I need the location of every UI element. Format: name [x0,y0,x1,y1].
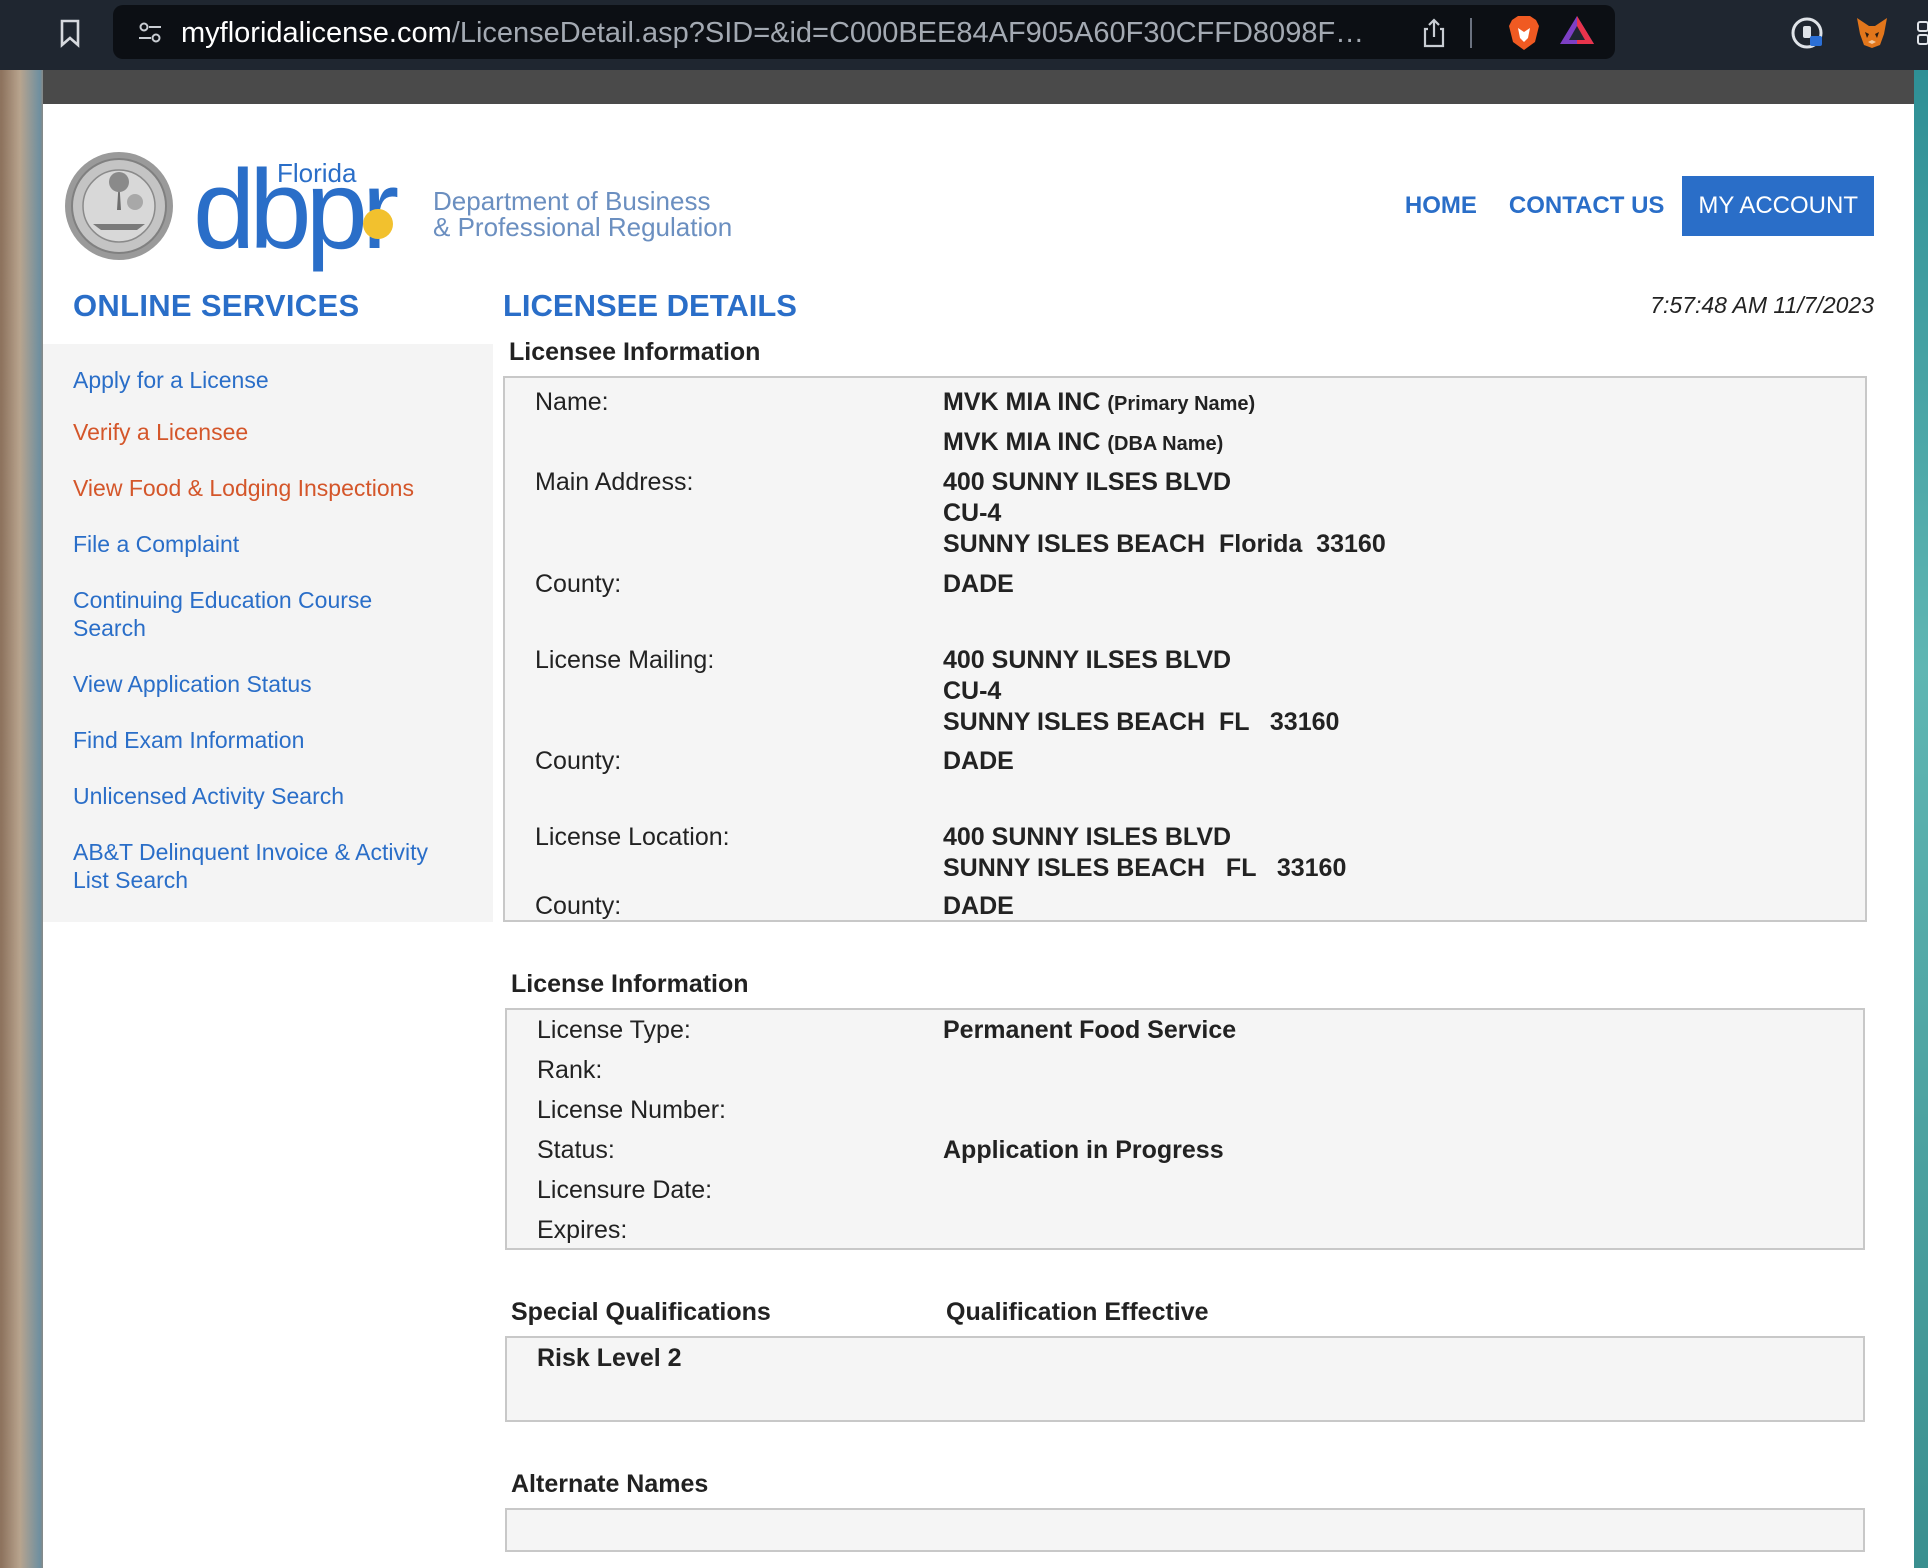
license-number-label: License Number: [537,1096,726,1124]
site-settings-icon[interactable] [137,21,163,45]
licensee-info-heading: Licensee Information [509,338,761,366]
dba-name-value: MVK MIA INC [943,428,1101,456]
license-type-label: License Type: [537,1016,691,1044]
florida-seal-logo [65,152,173,260]
sidebar-menu: Apply for a License Verify a Licensee Vi… [43,344,493,922]
primary-name-value: MVK MIA INC [943,388,1101,416]
qualification-effective-heading: Qualification Effective [946,1298,1209,1326]
brave-shields-icon[interactable] [1506,14,1542,52]
page-title: LICENSEE DETAILS [503,288,797,323]
password-manager-icon[interactable] [1790,16,1824,50]
sidebar-item-food-lodging-inspections[interactable]: View Food & Lodging Inspections [73,474,414,502]
my-account-button[interactable]: MY ACCOUNT [1682,176,1874,236]
special-qualifications-heading: Special Qualifications [511,1298,771,1326]
name-label: Name: [535,388,609,416]
url-path: /LicenseDetail.asp?SID=&id=C000BEE84AF90… [451,17,1365,49]
browser-toolbar: myfloridalicense.com/LicenseDetail.asp?S… [0,0,1928,70]
mailing-label: License Mailing: [535,646,715,674]
license-info-panel: License Type: Permanent Food Service Ran… [505,1008,1865,1250]
sidebar-item-file-complaint[interactable]: File a Complaint [73,530,239,558]
rank-label: Rank: [537,1056,603,1084]
licensure-date-label: Licensure Date: [537,1176,713,1204]
county-label-3: County: [535,892,622,920]
location-label: License Location: [535,823,730,851]
address-bar[interactable]: myfloridalicense.com/LicenseDetail.asp?S… [113,5,1615,59]
sidebar-item-apply-license[interactable]: Apply for a License [73,366,269,394]
sidebar-item-abt-delinquent[interactable]: AB&T Delinquent Invoice & Activity [73,838,428,866]
qualification-item: Risk Level 2 [537,1344,682,1372]
metamask-icon[interactable] [1854,14,1890,50]
sidebar-item-exam-information[interactable]: Find Exam Information [73,726,304,754]
county-value-2: DADE [943,747,1014,775]
alternate-names-panel [505,1508,1865,1552]
license-info-heading: License Information [511,970,749,998]
sidebar-item-verify-licensee[interactable]: Verify a Licensee [73,418,248,446]
sidebar-item-ce-course-search[interactable]: Continuing Education Course [73,586,372,614]
timestamp: 7:57:48 AM 11/7/2023 [1650,292,1874,318]
page-content: Florida dbpr Department of Business & Pr… [43,104,1914,1568]
alternate-names-heading: Alternate Names [511,1470,709,1498]
top-nav: HOME CONTACT US MY ACCOUNT [1373,176,1874,236]
location-line-1: 400 SUNNY ISLES BLVD [943,823,1232,851]
logo-wordmark: dbpr [193,152,398,272]
brave-rewards-icon[interactable] [1558,14,1596,46]
toolbar-divider [1470,18,1472,48]
extensions-icon[interactable] [1916,18,1928,48]
county-label-1: County: [535,570,622,598]
background-edge [1914,70,1928,1568]
url-text[interactable]: myfloridalicense.com/LicenseDetail.asp?S… [181,17,1501,50]
nav-contact-link[interactable]: CONTACT US [1509,192,1665,220]
primary-name: MVK MIA INC (Primary Name) [943,388,1255,417]
main-address-line-3: SUNNY ISLES BEACH Florida 33160 [943,530,1386,558]
mailing-line-1: 400 SUNNY ILSES BLVD [943,646,1232,674]
mailing-line-2: CU-4 [943,677,1002,705]
county-value-3: DADE [943,892,1014,920]
logo-line-2: & Professional Regulation [433,212,732,242]
sidebar-item-application-status[interactable]: View Application Status [73,670,312,698]
bookmark-icon[interactable] [58,18,82,48]
mailing-line-3: SUNNY ISLES BEACH FL 33160 [943,708,1340,736]
county-label-2: County: [535,747,622,775]
license-type-value: Permanent Food Service [943,1016,1237,1044]
county-value-1: DADE [943,570,1014,598]
dba-name: MVK MIA INC (DBA Name) [943,428,1223,457]
sidebar-item-abt-delinquent-cont[interactable]: List Search [73,866,188,894]
status-value: Application in Progress [943,1136,1224,1164]
licensee-info-panel: Name: MVK MIA INC (Primary Name) MVK MIA… [503,376,1867,922]
special-qualifications-panel: Risk Level 2 [505,1336,1865,1422]
share-icon[interactable] [1419,17,1449,49]
sidebar-title: ONLINE SERVICES [73,288,360,323]
dbpr-logo: Florida dbpr Department of Business & Pr… [193,152,732,272]
url-host: myfloridalicense.com [181,17,452,49]
page-top-strip [43,70,1914,104]
sidebar-item-ce-course-search-cont[interactable]: Search [73,614,146,642]
location-line-2: SUNNY ISLES BEACH FL 33160 [943,854,1347,882]
nav-home-link[interactable]: HOME [1405,192,1477,220]
main-address-line-1: 400 SUNNY ILSES BLVD [943,468,1232,496]
main-address-line-2: CU-4 [943,499,1002,527]
sidebar-item-unlicensed-activity[interactable]: Unlicensed Activity Search [73,782,344,810]
status-label: Status: [537,1136,615,1164]
dba-name-tag: (DBA Name) [1107,433,1224,455]
expires-label: Expires: [537,1216,628,1244]
primary-name-tag: (Primary Name) [1107,393,1256,415]
main-address-label: Main Address: [535,468,694,496]
